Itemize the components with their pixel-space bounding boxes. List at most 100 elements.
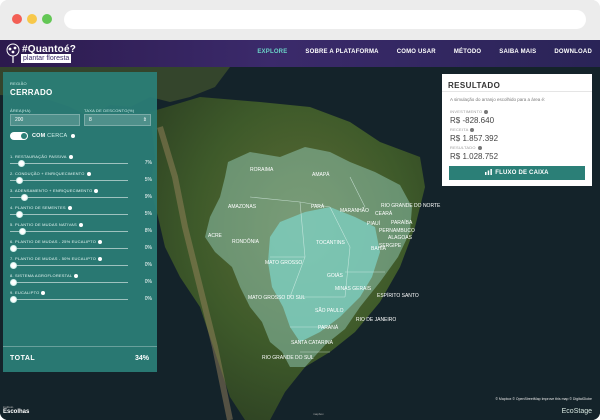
- state-label: SANTA CATARINA: [291, 340, 334, 346]
- state-label: AMAZONAS: [228, 204, 257, 210]
- info-icon[interactable]: [74, 273, 79, 278]
- area-input[interactable]: 200: [10, 114, 80, 126]
- method-label: 3. ADENSAMENTO + ENRIQUECIMENTO: [10, 188, 99, 193]
- state-label: RORAIMA: [250, 167, 274, 173]
- info-icon[interactable]: [484, 109, 489, 114]
- mapbox-logo: mapbox: [313, 412, 324, 416]
- map-attribution[interactable]: © Mapbox © OpenStreetMap Improve this ma…: [495, 397, 592, 401]
- info-icon[interactable]: [71, 133, 76, 138]
- method-slider-track[interactable]: [10, 248, 128, 249]
- state-label: MARANHÃO: [340, 207, 369, 214]
- method-slider-handle[interactable]: [15, 177, 23, 184]
- divider: [442, 91, 592, 92]
- method-slider-track[interactable]: [10, 197, 128, 198]
- method-row: 2. CONDUÇÃO + ENRIQUECIMENTO 5%: [10, 171, 152, 187]
- region-name: CERRADO: [10, 88, 53, 97]
- toggle-label-sub: CERCA: [47, 133, 68, 139]
- cash-flow-button[interactable]: FLUXO DE CAIXA: [449, 166, 585, 180]
- menu-item-sobre[interactable]: SOBRE A PLATAFORMA: [305, 49, 378, 55]
- method-slider-track[interactable]: [10, 180, 128, 181]
- info-icon[interactable]: [68, 154, 73, 159]
- method-row: 1. RESTAURAÇÃO PASSIVA 7%: [10, 154, 152, 170]
- browser-window: #Quantoé? plantar floresta EXPLORE SOBRE…: [0, 0, 600, 420]
- result-subtitle: A simulação do arranjo escolhido para a …: [450, 97, 546, 102]
- menu-item-como-usar[interactable]: COMO USAR: [397, 49, 436, 55]
- method-slider-track[interactable]: [10, 231, 128, 232]
- method-slider-handle[interactable]: [15, 211, 23, 218]
- info-icon[interactable]: [86, 171, 91, 176]
- method-value: 7%: [144, 160, 152, 166]
- invest-label: INVESTIMENTO: [450, 109, 489, 114]
- menu-item-explore[interactable]: EXPLORE: [257, 49, 287, 55]
- resultado-label: RESULTADO: [450, 145, 482, 150]
- menu-item-saiba-mais[interactable]: SAIBA MAIS: [499, 49, 536, 55]
- state-label: PARAÍBA: [391, 219, 413, 226]
- method-value: 5%: [144, 177, 152, 183]
- address-bar[interactable]: [64, 10, 586, 29]
- info-icon[interactable]: [477, 145, 482, 150]
- state-label: RIO DE JANEIRO: [356, 317, 396, 323]
- info-icon[interactable]: [41, 290, 46, 295]
- state-label: SÃO PAULO: [315, 307, 344, 314]
- method-row: 3. ADENSAMENTO + ENRIQUECIMENTO 9%: [10, 188, 152, 204]
- minimize-window-button[interactable]: [27, 14, 37, 24]
- footer-logo[interactable]: instituto Escolhas: [3, 405, 29, 415]
- state-label: ACRE: [208, 233, 223, 239]
- menu-item-metodo[interactable]: MÉTODO: [454, 49, 481, 55]
- method-label: 7. PLANTIO DE MUDAS - 50% EUCALIPTO: [10, 256, 103, 261]
- info-icon[interactable]: [67, 205, 72, 210]
- method-label: 6. PLANTIO DE MUDAS - 25% EUCALIPTO: [10, 239, 103, 244]
- total-value: 34%: [134, 355, 149, 362]
- area-label: ÁREA(HA): [10, 108, 31, 113]
- info-icon[interactable]: [78, 222, 83, 227]
- stepper-icon[interactable]: ⇕: [143, 117, 147, 124]
- state-label: ESPÍRITO SANTO: [377, 292, 419, 299]
- method-slider-track[interactable]: [10, 299, 128, 300]
- app-viewport: #Quantoé? plantar floresta EXPLORE SOBRE…: [0, 40, 600, 420]
- method-slider-handle[interactable]: [18, 160, 26, 167]
- method-slider-track[interactable]: [10, 282, 128, 283]
- method-slider-handle[interactable]: [20, 194, 28, 201]
- method-slider-handle[interactable]: [19, 228, 27, 235]
- cerca-toggle-label: COM CERCA: [32, 133, 76, 139]
- info-icon[interactable]: [94, 188, 99, 193]
- state-label: PARÁ: [311, 203, 325, 210]
- info-icon[interactable]: [98, 256, 103, 261]
- method-label: 2. CONDUÇÃO + ENRIQUECIMENTO: [10, 171, 91, 176]
- discount-value: 8: [89, 117, 92, 123]
- method-row: 7. PLANTIO DE MUDAS - 50% EUCALIPTO 0%: [10, 256, 152, 272]
- state-label: MATO GROSSO: [265, 260, 302, 266]
- state-label: RIO GRANDE DO SUL: [262, 355, 314, 361]
- cerca-toggle[interactable]: [10, 132, 28, 140]
- state-label: MATO GROSSO DO SUL: [248, 295, 306, 301]
- info-icon[interactable]: [470, 127, 475, 132]
- toggle-label-main: COM: [32, 133, 46, 139]
- menu-item-download[interactable]: DOWNLOAD: [554, 49, 592, 55]
- divider: [3, 346, 157, 347]
- info-icon[interactable]: [98, 239, 103, 244]
- state-label: RIO GRANDE DO NORTE: [381, 203, 441, 209]
- close-window-button[interactable]: [12, 14, 22, 24]
- maximize-window-button[interactable]: [42, 14, 52, 24]
- footer-logo-name: Escolhas: [3, 409, 30, 415]
- method-slider-handle[interactable]: [10, 245, 17, 252]
- method-slider-handle[interactable]: [10, 262, 17, 269]
- method-slider-track[interactable]: [10, 265, 128, 266]
- method-slider-handle[interactable]: [10, 296, 17, 303]
- state-label: PERNAMBUCO: [379, 228, 415, 234]
- method-slider-track[interactable]: [10, 214, 128, 215]
- state-label: GOIÁS: [327, 272, 344, 279]
- method-value: 0%: [144, 262, 152, 268]
- resultado-value: R$ 1.028.752: [450, 152, 499, 161]
- tree-logo-icon[interactable]: [4, 43, 22, 64]
- receita-label: RECEITA: [450, 127, 475, 132]
- total-label: TOTAL: [10, 355, 36, 362]
- method-row: 9. EUCALIPTO 0%: [10, 290, 152, 306]
- method-slider-handle[interactable]: [10, 279, 17, 286]
- state-label: PARANÁ: [318, 324, 339, 331]
- discount-input[interactable]: 8 ⇕: [84, 114, 151, 126]
- method-slider-track[interactable]: [10, 163, 128, 164]
- state-label: TOCANTINS: [316, 240, 345, 246]
- bar-chart-icon: [485, 169, 493, 176]
- ecostage-logo[interactable]: EcoStage: [562, 408, 592, 415]
